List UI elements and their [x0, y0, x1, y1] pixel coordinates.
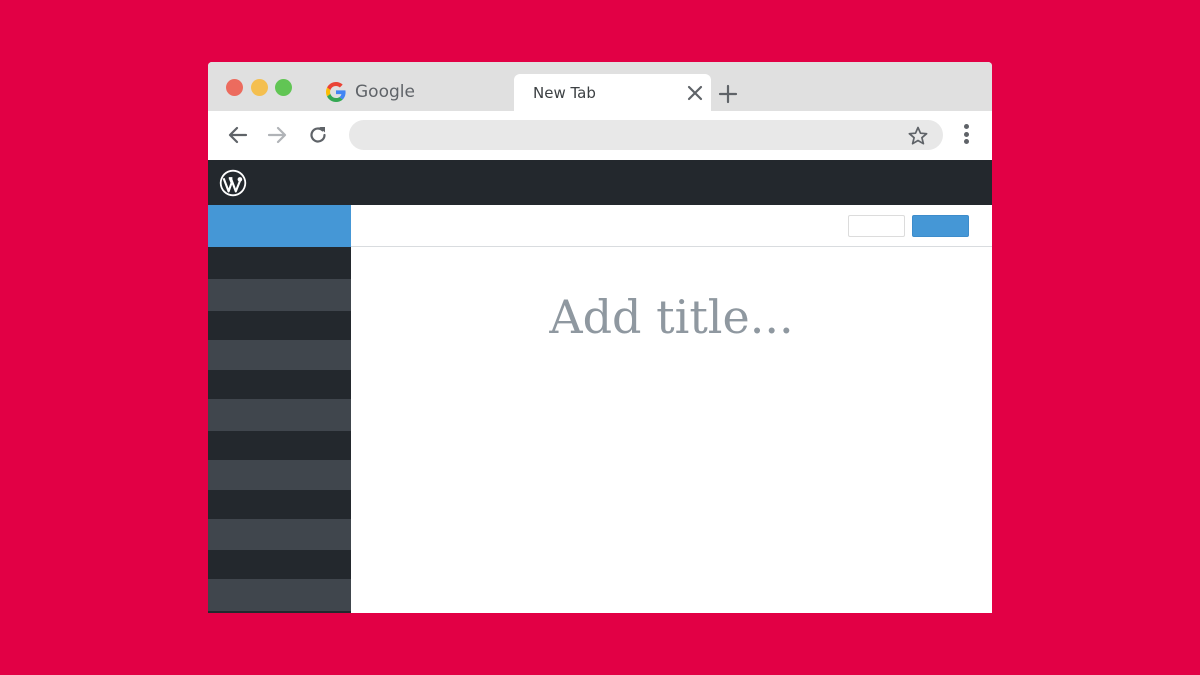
sidebar-item[interactable]	[208, 490, 351, 519]
back-arrow-icon[interactable]	[227, 124, 249, 146]
wordpress-logo[interactable]	[219, 169, 247, 197]
window-minimize-button[interactable]	[251, 79, 268, 96]
sidebar-item[interactable]	[208, 519, 351, 550]
wp-admin-sidebar	[208, 205, 351, 613]
sidebar-item[interactable]	[208, 311, 351, 340]
window-maximize-button[interactable]	[275, 79, 292, 96]
post-title-input[interactable]: Add title...	[351, 290, 992, 344]
publish-button[interactable]	[912, 215, 969, 237]
reload-icon[interactable]	[307, 124, 329, 146]
forward-arrow-icon[interactable]	[266, 124, 288, 146]
editor-header	[351, 205, 992, 247]
sidebar-item[interactable]	[208, 247, 351, 279]
sidebar-item[interactable]	[208, 340, 351, 370]
browser-window: Google New Tab Add title...	[208, 62, 992, 613]
browser-toolbar	[208, 111, 992, 160]
tab-new-tab[interactable]: New Tab	[514, 74, 711, 111]
more-vert-icon[interactable]	[958, 124, 974, 148]
sidebar-item[interactable]	[208, 431, 351, 460]
address-bar[interactable]	[349, 120, 943, 150]
sidebar-item[interactable]	[208, 550, 351, 579]
tab-label: New Tab	[533, 84, 596, 102]
tab-label: Google	[355, 82, 415, 102]
sidebar-item[interactable]	[208, 370, 351, 399]
save-draft-button[interactable]	[848, 215, 905, 237]
window-close-button[interactable]	[226, 79, 243, 96]
sidebar-item[interactable]	[208, 579, 351, 611]
tab-strip: Google New Tab	[208, 62, 992, 111]
sidebar-item[interactable]	[208, 460, 351, 490]
sidebar-item-active[interactable]	[208, 205, 351, 247]
wp-admin-bar	[208, 160, 992, 205]
close-icon[interactable]	[685, 83, 705, 103]
sidebar-item[interactable]	[208, 279, 351, 311]
tab-google[interactable]: Google	[326, 80, 415, 104]
star-icon[interactable]	[907, 125, 929, 147]
google-g-icon	[326, 82, 346, 102]
sidebar-item[interactable]	[208, 611, 351, 613]
plus-icon[interactable]	[716, 82, 740, 106]
sidebar-item[interactable]	[208, 399, 351, 431]
post-editor: Add title...	[351, 205, 992, 613]
